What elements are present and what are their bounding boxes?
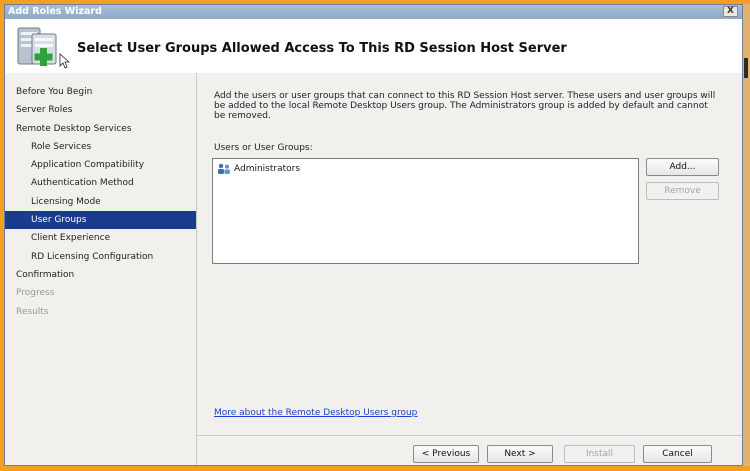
list-item[interactable]: Administrators: [217, 163, 300, 175]
page-title: Select User Groups Allowed Access To Thi…: [77, 41, 567, 56]
add-button[interactable]: Add...: [646, 158, 719, 176]
server-add-icon: [17, 27, 70, 69]
nav-item-rd-licensing-configuration[interactable]: RD Licensing Configuration: [5, 248, 196, 266]
nav-item-remote-desktop-services[interactable]: Remote Desktop Services: [5, 120, 196, 138]
list-item-label: Administrators: [234, 164, 301, 174]
background-scroll-mark: [744, 58, 748, 78]
nav-item-confirmation[interactable]: Confirmation: [5, 266, 196, 284]
nav-item-results: Results: [16, 306, 49, 317]
page-description: Add the users or user groups that can co…: [214, 91, 716, 121]
remote-desktop-users-help-link[interactable]: More about the Remote Desktop Users grou…: [214, 408, 417, 418]
title-bar: Add Roles Wizard X: [5, 5, 742, 19]
nav-item-application-compatibility[interactable]: Application Compatibility: [5, 156, 196, 174]
cancel-button[interactable]: Cancel: [643, 445, 712, 463]
nav-item-before-you-begin[interactable]: Before You Begin: [5, 83, 196, 101]
nav-item-user-groups[interactable]: User Groups: [5, 211, 196, 230]
nav-item-server-roles[interactable]: Server Roles: [5, 101, 196, 119]
add-roles-wizard-window: Add Roles Wizard X Select User Groups Al…: [4, 4, 743, 466]
close-button[interactable]: X: [723, 6, 738, 17]
nav-item-role-services[interactable]: Role Services: [5, 138, 196, 156]
user-group-icon: [218, 163, 230, 174]
previous-button[interactable]: < Previous: [413, 445, 479, 463]
wizard-content: Add the users or user groups that can co…: [197, 73, 742, 435]
wizard-footer: < Previous Next > Install Cancel: [197, 435, 742, 465]
nav-item-progress: Progress: [16, 288, 55, 299]
close-icon: X: [727, 6, 734, 16]
wizard-steps-nav: Before You Begin Server Roles Remote Des…: [5, 73, 197, 465]
users-groups-list[interactable]: Administrators: [212, 158, 639, 264]
users-groups-label: Users or User Groups:: [214, 143, 313, 153]
next-button[interactable]: Next >: [487, 445, 553, 463]
remove-button[interactable]: Remove: [646, 182, 719, 200]
install-button[interactable]: Install: [564, 445, 635, 463]
wizard-header: Select User Groups Allowed Access To Thi…: [5, 19, 742, 76]
window-title: Add Roles Wizard: [8, 6, 102, 17]
nav-item-authentication-method[interactable]: Authentication Method: [5, 174, 196, 192]
nav-item-client-experience[interactable]: Client Experience: [5, 229, 196, 247]
nav-item-licensing-mode[interactable]: Licensing Mode: [5, 193, 196, 211]
